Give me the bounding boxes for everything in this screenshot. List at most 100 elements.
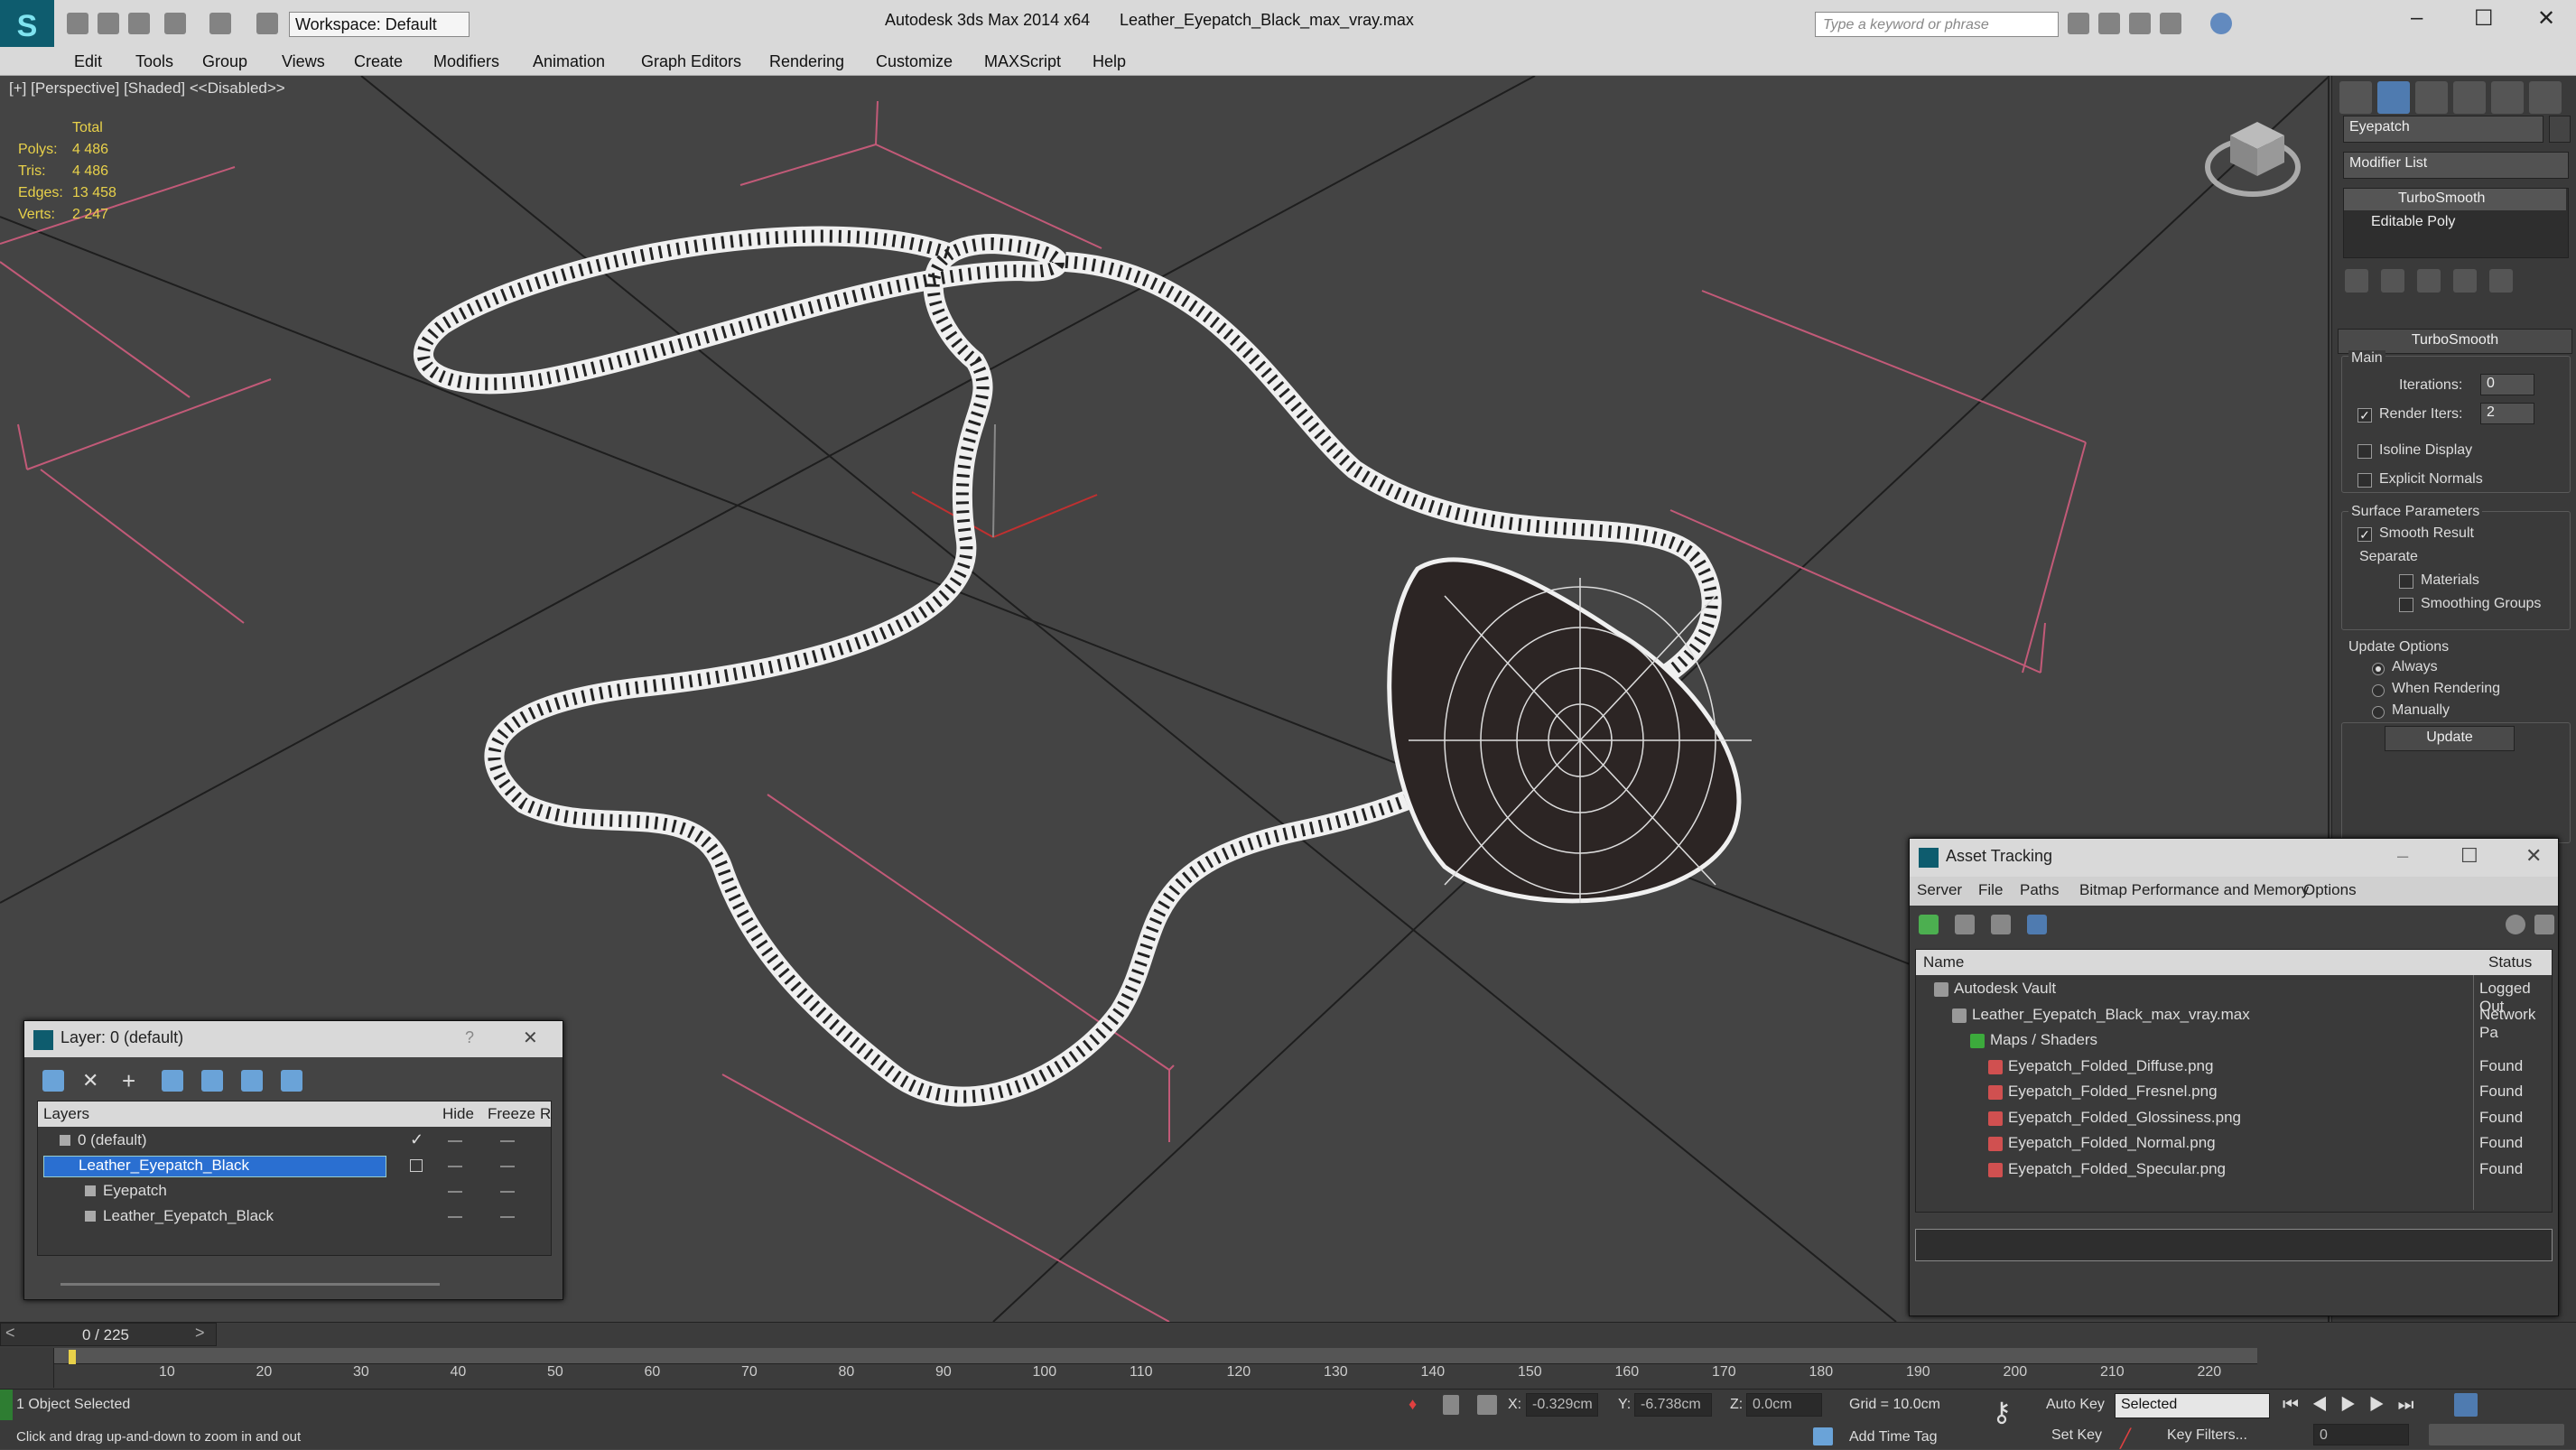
- key-icon[interactable]: ⚷: [1992, 1397, 2024, 1442]
- z-coordinate-field[interactable]: 0.0cm: [1746, 1393, 1822, 1417]
- new-file-icon[interactable]: [67, 13, 88, 34]
- binoculars-icon[interactable]: [2068, 13, 2089, 34]
- y-coordinate-field[interactable]: -6.738cm: [1634, 1393, 1712, 1417]
- create-layer-icon[interactable]: [42, 1070, 64, 1092]
- layer-row[interactable]: 0 (default) ✓: [38, 1129, 548, 1154]
- tree-view-icon[interactable]: [1991, 915, 2011, 934]
- hide-all-icon[interactable]: [241, 1070, 263, 1092]
- auto-key-button[interactable]: Auto Key: [2046, 1397, 2105, 1413]
- subscription-icon[interactable]: [2098, 13, 2120, 34]
- app-logo[interactable]: S: [0, 0, 54, 52]
- maxscript-listener-icon[interactable]: [0, 1390, 13, 1420]
- render-iters-spinner[interactable]: 2: [2480, 403, 2534, 424]
- isoline-display-checkbox[interactable]: [2357, 444, 2372, 459]
- make-unique-icon[interactable]: [2417, 269, 2441, 293]
- materials-checkbox[interactable]: [2399, 574, 2413, 589]
- when-rendering-radio[interactable]: [2372, 684, 2385, 697]
- asset-menu-paths[interactable]: Paths: [2020, 881, 2059, 899]
- viewport-label[interactable]: [+] [Perspective] [Shaded] <<Disabled>>: [9, 79, 285, 98]
- asset-menu-bitmap-performance-and-memory[interactable]: Bitmap Performance and Memory: [2079, 881, 2309, 899]
- menu-modifiers[interactable]: Modifiers: [433, 52, 499, 71]
- viewport-navigation-icons[interactable]: [2429, 1424, 2564, 1445]
- asset-row[interactable]: Eyepatch_Folded_Fresnel.png Found: [1916, 1080, 2543, 1105]
- asset-menu-file[interactable]: File: [1978, 881, 2003, 899]
- asset-row[interactable]: Autodesk Vault Logged Out: [1916, 977, 2543, 1015]
- undo-icon[interactable]: [164, 13, 186, 34]
- delete-layer-icon[interactable]: ✕: [82, 1070, 104, 1092]
- create-tab-icon[interactable]: [2339, 81, 2372, 114]
- asset-row[interactable]: Maps / Shaders: [1916, 1028, 2543, 1054]
- asset-path-field[interactable]: [1915, 1229, 2553, 1261]
- refresh-icon[interactable]: [1919, 915, 1939, 934]
- table-view-icon[interactable]: [2027, 915, 2047, 934]
- layer-scrollbar[interactable]: [60, 1283, 440, 1286]
- menu-customize[interactable]: Customize: [876, 52, 953, 71]
- asset-row[interactable]: Eyepatch_Folded_Normal.png Found: [1916, 1131, 2543, 1157]
- smooth-result-checkbox[interactable]: ✓: [2357, 527, 2372, 542]
- hierarchy-tab-icon[interactable]: [2415, 81, 2448, 114]
- key-filters-button[interactable]: Key Filters...: [2167, 1427, 2247, 1444]
- update-button[interactable]: Update: [2385, 726, 2515, 751]
- object-name-field[interactable]: Eyepatch: [2343, 116, 2543, 143]
- isolate-selection-icon[interactable]: ♦: [1409, 1395, 1425, 1415]
- maximize-icon[interactable]: ☐: [2474, 5, 2494, 32]
- col-status[interactable]: Status: [2488, 953, 2532, 971]
- settings-icon[interactable]: [2534, 915, 2554, 934]
- asset-row[interactable]: Eyepatch_Folded_Glossiness.png Found: [1916, 1106, 2543, 1131]
- utilities-tab-icon[interactable]: [2529, 81, 2562, 114]
- x-coordinate-field[interactable]: -0.329cm: [1526, 1393, 1598, 1417]
- display-tab-icon[interactable]: [2491, 81, 2524, 114]
- asset-menu-options[interactable]: Options: [2303, 881, 2357, 899]
- mini-curve-editor-icon[interactable]: [0, 1348, 54, 1388]
- set-key-mode-icon[interactable]: ╱: [2120, 1427, 2142, 1449]
- col-layers[interactable]: Layers: [43, 1105, 89, 1123]
- motion-tab-icon[interactable]: [2453, 81, 2486, 114]
- selected-dropdown[interactable]: Selected: [2115, 1393, 2270, 1418]
- highlight-selected-icon[interactable]: [201, 1070, 223, 1092]
- asset-row[interactable]: Leather_Eyepatch_Black_max_vray.max Netwo…: [1916, 1003, 2543, 1041]
- close-icon[interactable]: ✕: [2525, 844, 2542, 868]
- redo-icon[interactable]: [209, 13, 231, 34]
- asset-menu-server[interactable]: Server: [1917, 881, 1962, 899]
- menu-maxscript[interactable]: MAXScript: [984, 52, 1061, 71]
- menu-edit[interactable]: Edit: [74, 52, 102, 71]
- help-icon[interactable]: ?: [465, 1028, 474, 1047]
- iterations-spinner[interactable]: 0: [2480, 374, 2534, 395]
- hide-toggle[interactable]: [448, 1166, 462, 1167]
- remove-modifier-icon[interactable]: [2453, 269, 2477, 293]
- track-bar[interactable]: [54, 1348, 2257, 1364]
- col-name[interactable]: Name: [1923, 953, 1964, 971]
- communication-icon[interactable]: [2129, 13, 2151, 34]
- slider-right-arrow-icon[interactable]: >: [195, 1324, 205, 1343]
- save-icon[interactable]: [128, 13, 150, 34]
- modify-tab-icon[interactable]: [2377, 81, 2410, 114]
- search-input[interactable]: Type a keyword or phrase: [1815, 12, 2059, 37]
- stack-item-editable-poly[interactable]: Editable Poly: [2344, 212, 2566, 234]
- freeze-toggle[interactable]: [500, 1216, 515, 1218]
- col-freeze[interactable]: Freeze: [488, 1105, 535, 1123]
- configure-modifier-sets-icon[interactable]: [2489, 269, 2513, 293]
- slider-left-arrow-icon[interactable]: <: [5, 1324, 15, 1343]
- add-time-tag[interactable]: Add Time Tag: [1849, 1429, 1938, 1445]
- time-slider[interactable]: 0 / 225: [0, 1323, 217, 1346]
- menu-group[interactable]: Group: [202, 52, 247, 71]
- col-render[interactable]: R: [540, 1105, 551, 1123]
- select-in-layer-icon[interactable]: [162, 1070, 183, 1092]
- manually-radio[interactable]: [2372, 706, 2385, 719]
- add-to-layer-icon[interactable]: +: [122, 1069, 144, 1092]
- current-frame-field[interactable]: 0: [2313, 1424, 2409, 1445]
- minimize-icon[interactable]: –: [2411, 5, 2423, 31]
- help-icon[interactable]: [2506, 915, 2525, 934]
- menu-help[interactable]: Help: [1093, 52, 1126, 71]
- menu-rendering[interactable]: Rendering: [769, 52, 844, 71]
- freeze-all-icon[interactable]: [281, 1070, 302, 1092]
- layer-row[interactable]: Leather_Eyepatch_Black: [38, 1154, 548, 1179]
- set-key-button[interactable]: Set Key: [2051, 1427, 2102, 1444]
- object-color-swatch[interactable]: [2549, 116, 2571, 143]
- explicit-normals-checkbox[interactable]: [2357, 473, 2372, 488]
- menu-tools[interactable]: Tools: [135, 52, 173, 71]
- help-icon[interactable]: [2210, 13, 2232, 34]
- layer-row[interactable]: Eyepatch: [38, 1179, 548, 1204]
- menu-animation[interactable]: Animation: [533, 52, 605, 71]
- selection-lock-icon[interactable]: [1443, 1395, 1459, 1415]
